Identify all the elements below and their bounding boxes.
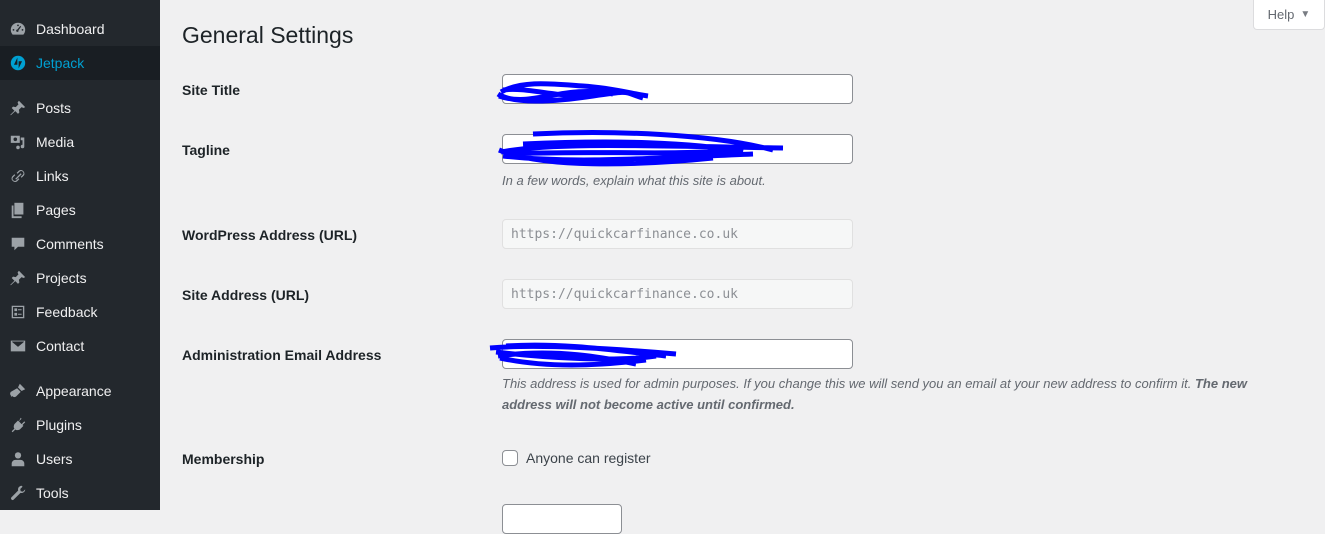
site-address-label: Site Address (URL) bbox=[182, 287, 309, 303]
help-tab-button[interactable]: Help ▼ bbox=[1253, 0, 1325, 30]
sidebar-item-label: Pages bbox=[36, 202, 76, 218]
help-label: Help bbox=[1268, 7, 1295, 22]
tagline-description: In a few words, explain what this site i… bbox=[502, 170, 766, 191]
envelope-icon bbox=[8, 336, 28, 356]
wordpress-address-input[interactable]: https://quickcarfinance.co.uk bbox=[502, 219, 853, 249]
tagline-label: Tagline bbox=[182, 142, 230, 158]
sidebar-item-jetpack[interactable]: Jetpack bbox=[0, 46, 160, 80]
sidebar-item-links[interactable]: Links bbox=[0, 159, 160, 193]
site-address-input[interactable]: https://quickcarfinance.co.uk bbox=[502, 279, 853, 309]
site-title-label: Site Title bbox=[182, 82, 240, 98]
sidebar-item-label: Tools bbox=[36, 485, 69, 501]
caret-down-icon: ▼ bbox=[1300, 9, 1310, 20]
anyone-can-register-checkbox[interactable] bbox=[502, 450, 518, 466]
paintbrush-icon bbox=[8, 381, 28, 401]
sidebar-item-media[interactable]: Media bbox=[0, 125, 160, 159]
sidebar-item-posts[interactable]: Posts bbox=[0, 91, 160, 125]
sidebar-item-plugins[interactable]: Plugins bbox=[0, 408, 160, 442]
admin-sidebar: Dashboard Jetpack Posts Media Links Page… bbox=[0, 0, 160, 510]
feedback-icon bbox=[8, 302, 28, 322]
sidebar-item-label: Projects bbox=[36, 270, 87, 286]
membership-label: Membership bbox=[182, 451, 264, 467]
sidebar-item-projects[interactable]: Projects bbox=[0, 261, 160, 295]
sidebar-item-tools[interactable]: Tools bbox=[0, 476, 160, 510]
sidebar-item-label: Contact bbox=[36, 338, 84, 354]
sidebar-item-label: Jetpack bbox=[36, 55, 84, 71]
admin-email-description: This address is used for admin purposes.… bbox=[502, 373, 1292, 415]
dashboard-icon bbox=[8, 19, 28, 39]
pushpin-icon bbox=[8, 268, 28, 288]
admin-email-description-text: This address is used for admin purposes.… bbox=[502, 376, 1191, 391]
sidebar-item-label: Comments bbox=[36, 236, 104, 252]
membership-checkbox-row[interactable]: Anyone can register bbox=[502, 450, 651, 466]
default-role-select[interactable] bbox=[502, 504, 622, 534]
sidebar-item-users[interactable]: Users bbox=[0, 442, 160, 476]
site-title-input[interactable] bbox=[502, 74, 853, 104]
sidebar-item-label: Posts bbox=[36, 100, 71, 116]
pages-icon bbox=[8, 200, 28, 220]
sidebar-item-feedback[interactable]: Feedback bbox=[0, 295, 160, 329]
jetpack-icon bbox=[8, 53, 28, 73]
main-content: General Settings Help ▼ Site Title Tagli… bbox=[160, 0, 1325, 510]
tagline-input[interactable] bbox=[502, 134, 853, 164]
sidebar-item-label: Dashboard bbox=[36, 21, 105, 37]
link-icon bbox=[8, 166, 28, 186]
admin-email-input[interactable] bbox=[502, 339, 853, 369]
sidebar-item-appearance[interactable]: Appearance bbox=[0, 374, 160, 408]
sidebar-item-label: Links bbox=[36, 168, 69, 184]
sidebar-item-label: Appearance bbox=[36, 383, 112, 399]
wrench-icon bbox=[8, 483, 28, 503]
user-icon bbox=[8, 449, 28, 469]
sidebar-item-label: Plugins bbox=[36, 417, 82, 433]
plug-icon bbox=[8, 415, 28, 435]
sidebar-item-label: Feedback bbox=[36, 304, 97, 320]
sidebar-item-comments[interactable]: Comments bbox=[0, 227, 160, 261]
sidebar-item-dashboard[interactable]: Dashboard bbox=[0, 12, 160, 46]
pushpin-icon bbox=[8, 98, 28, 118]
wordpress-address-label: WordPress Address (URL) bbox=[182, 227, 357, 243]
media-icon bbox=[8, 132, 28, 152]
comment-icon bbox=[8, 234, 28, 254]
sidebar-item-label: Users bbox=[36, 451, 73, 467]
admin-email-label: Administration Email Address bbox=[182, 347, 381, 363]
sidebar-item-pages[interactable]: Pages bbox=[0, 193, 160, 227]
anyone-can-register-label: Anyone can register bbox=[526, 450, 651, 466]
page-title: General Settings bbox=[182, 22, 353, 49]
sidebar-item-contact[interactable]: Contact bbox=[0, 329, 160, 363]
sidebar-item-label: Media bbox=[36, 134, 74, 150]
